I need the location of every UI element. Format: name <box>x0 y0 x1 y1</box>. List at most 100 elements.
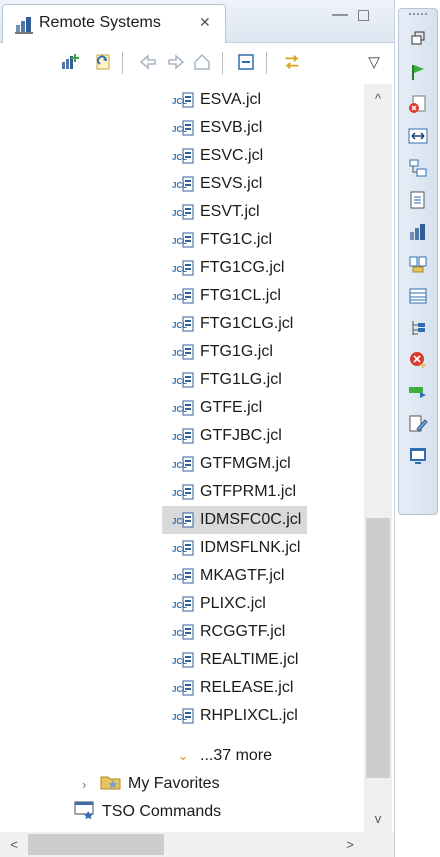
jcl-file-icon: JCL <box>172 512 194 528</box>
file-label: ESVB.jcl <box>200 119 263 136</box>
tree-item-file[interactable]: JCL ESVC.jcl <box>162 142 269 170</box>
tree-item-file[interactable]: JCL GTFMGM.jcl <box>162 450 297 478</box>
file-label: GTFE.jcl <box>200 399 263 416</box>
error-log-icon[interactable] <box>407 93 429 115</box>
run-icon[interactable] <box>407 381 429 403</box>
svg-text:JCL: JCL <box>172 461 187 470</box>
toolbar-separator <box>122 52 123 74</box>
tab-title: Remote Systems <box>39 14 161 31</box>
tree-item-file[interactable]: JCL ESVT.jcl <box>162 198 266 226</box>
svg-text:JCL: JCL <box>172 601 187 610</box>
jcl-file-icon: JCL <box>172 680 194 696</box>
file-label: FTG1CLG.jcl <box>200 315 294 332</box>
properties-icon[interactable] <box>407 189 429 211</box>
tree-icon[interactable] <box>407 317 429 339</box>
view-toolbar: ▽ <box>0 43 394 83</box>
scroll-up-icon[interactable]: ^ <box>364 84 392 112</box>
svg-text:JCL: JCL <box>172 377 187 386</box>
svg-text:JCL: JCL <box>172 265 187 274</box>
file-label: ESVC.jcl <box>200 147 264 164</box>
tree-item-file[interactable]: JCL MKAGTF.jcl <box>162 562 290 590</box>
svg-text:JCL: JCL <box>172 153 187 162</box>
tab-remote-systems[interactable]: Remote Systems ✕ <box>2 4 226 43</box>
minimize-icon[interactable]: — <box>332 6 348 24</box>
file-label: RELEASE.jcl <box>200 679 294 696</box>
file-label: ESVS.jcl <box>200 175 263 192</box>
tree-item-file[interactable]: JCL GTFE.jcl <box>162 394 268 422</box>
new-connection-icon[interactable] <box>60 52 80 72</box>
tree-item-file[interactable]: JCL PLIXC.jcl <box>162 590 272 618</box>
tree-item-tso-commands[interactable]: TSO Commands <box>74 798 221 826</box>
vertical-scrollbar[interactable]: ^ v <box>364 84 392 832</box>
jcl-file-icon: JCL <box>172 288 194 304</box>
tree-item-file[interactable]: JCL RELEASE.jcl <box>162 674 299 702</box>
side-toolbar <box>398 8 438 515</box>
jcl-file-icon: JCL <box>172 176 194 192</box>
svg-text:JCL: JCL <box>172 125 187 134</box>
jcl-file-icon: JCL <box>172 372 194 388</box>
file-label: FTG1CG.jcl <box>200 259 285 276</box>
tso-label: TSO Commands <box>102 803 222 820</box>
svg-text:JCL: JCL <box>172 405 187 414</box>
tree-item-file[interactable]: JCL ESVS.jcl <box>162 170 268 198</box>
outline-icon[interactable] <box>407 157 429 179</box>
resize-icon[interactable] <box>407 125 429 147</box>
tree-item-file[interactable]: JCL FTG1CG.jcl <box>162 254 290 282</box>
jcl-file-icon: JCL <box>172 484 194 500</box>
tree-item-file[interactable]: JCL ESVA.jcl <box>162 86 267 114</box>
file-label: IDMSFC0C.jcl <box>200 511 302 528</box>
svg-text:JCL: JCL <box>172 237 187 246</box>
jcl-file-icon: JCL <box>172 652 194 668</box>
svg-text:JCL: JCL <box>172 573 187 582</box>
console-icon[interactable] <box>407 445 429 467</box>
tree-item-file[interactable]: JCL ESVB.jcl <box>162 114 268 142</box>
horizontal-scroll-thumb[interactable] <box>28 834 164 855</box>
tree-item-file[interactable]: JCL FTG1CL.jcl <box>162 282 287 310</box>
link-with-editor-icon[interactable] <box>282 52 302 72</box>
forward-icon[interactable] <box>166 52 186 72</box>
favorites-label: My Favorites <box>128 775 220 792</box>
svg-text:JCL: JCL <box>172 629 187 638</box>
remote-systems-icon[interactable] <box>407 221 429 243</box>
problems-icon[interactable] <box>407 349 429 371</box>
file-label: FTG1CL.jcl <box>200 287 281 304</box>
horizontal-scrollbar[interactable]: < > <box>0 832 364 857</box>
tree-item-file[interactable]: JCL RCGGTF.jcl <box>162 618 291 646</box>
tree-item-file[interactable]: JCL FTG1LG.jcl <box>162 366 288 394</box>
file-label: REALTIME.jcl <box>200 651 299 668</box>
tree-item-file[interactable]: JCL IDMSFLNK.jcl <box>162 534 306 562</box>
file-label: FTG1LG.jcl <box>200 371 282 388</box>
tree-item-file[interactable]: JCL RHPLIXCL.jcl <box>162 702 304 730</box>
jcl-file-icon: JCL <box>172 232 194 248</box>
tree-item-file[interactable]: JCL FTG1C.jcl <box>162 226 278 254</box>
tree-item-file[interactable]: JCL IDMSFC0C.jcl <box>162 506 308 534</box>
tree-item-file[interactable]: JCL FTG1CLG.jcl <box>162 310 299 338</box>
collapse-all-icon[interactable] <box>236 52 256 72</box>
edit-icon[interactable] <box>407 413 429 435</box>
back-icon[interactable] <box>138 52 158 72</box>
file-label: FTG1C.jcl <box>200 231 272 248</box>
file-label: IDMSFLNK.jcl <box>200 539 301 556</box>
tree-item-my-favorites[interactable]: › My Favorites <box>82 770 220 798</box>
flag-icon[interactable] <box>407 61 429 83</box>
refresh-icon[interactable] <box>94 52 114 72</box>
scroll-right-icon[interactable]: > <box>336 832 364 857</box>
show-more-item[interactable]: ⌄ ...37 more <box>172 742 272 770</box>
more-label: ...37 more <box>200 747 273 764</box>
close-icon[interactable]: ✕ <box>199 14 211 31</box>
scroll-down-icon[interactable]: v <box>364 804 392 832</box>
toolbar-grip[interactable] <box>409 13 427 17</box>
tree-item-file[interactable]: JCL GTFJBC.jcl <box>162 422 288 450</box>
tree-item-file[interactable]: JCL FTG1G.jcl <box>162 338 279 366</box>
table-icon[interactable] <box>407 285 429 307</box>
compare-icon[interactable] <box>407 253 429 275</box>
tree-item-file[interactable]: JCL REALTIME.jcl <box>162 646 304 674</box>
tree-item-file[interactable]: JCL GTFPRM1.jcl <box>162 478 302 506</box>
restore-icon[interactable] <box>407 27 429 49</box>
scroll-left-icon[interactable]: < <box>0 832 28 857</box>
file-label: GTFJBC.jcl <box>200 427 282 444</box>
maximize-icon[interactable]: □ <box>358 5 369 26</box>
view-menu-icon[interactable]: ▽ <box>364 52 384 72</box>
vertical-scroll-thumb[interactable] <box>366 518 390 778</box>
home-icon[interactable] <box>192 52 212 72</box>
